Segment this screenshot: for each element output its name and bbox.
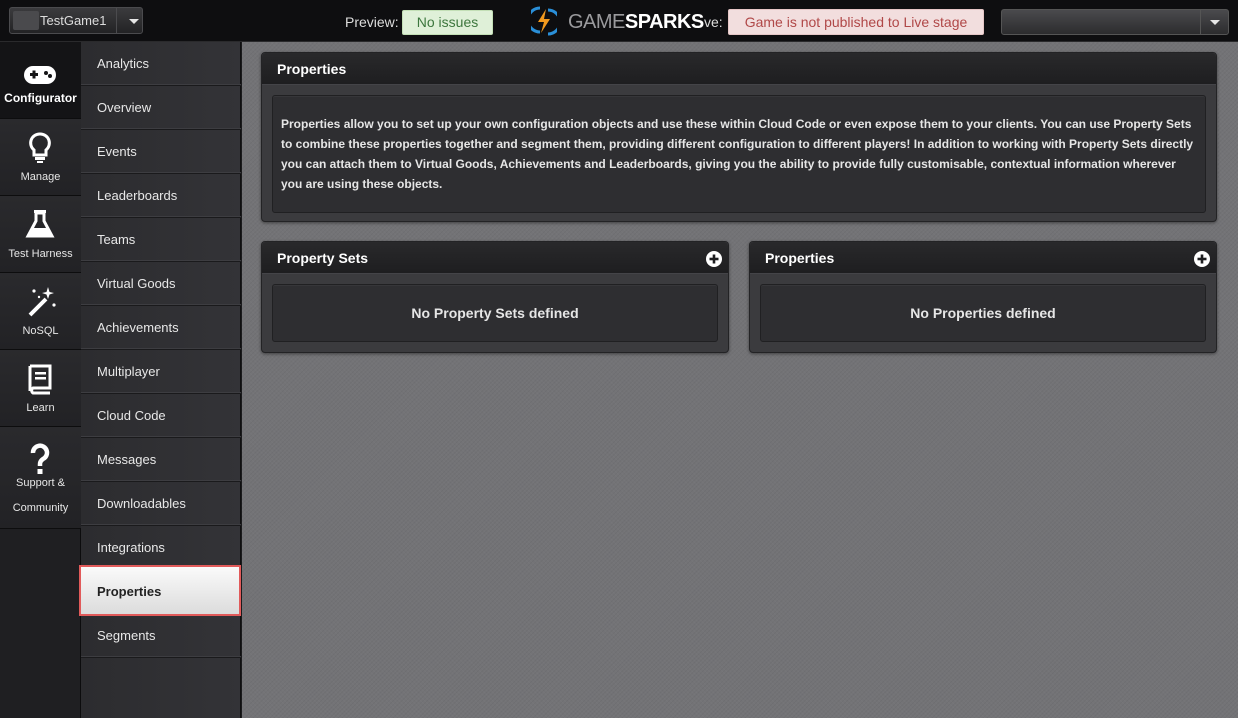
sidebar-item-support-community[interactable]: Support & Community [0, 427, 81, 529]
subnav-item-messages[interactable]: Messages [81, 438, 241, 482]
flask-icon [25, 210, 55, 238]
sidebar-item-label: NoSQL [22, 325, 59, 337]
properties-list-panel: Properties No Properties defined [749, 241, 1217, 353]
magic-wand-icon [28, 287, 56, 317]
subnav-item-segments[interactable]: Segments [81, 614, 241, 658]
subnav-item-integrations[interactable]: Integrations [81, 526, 241, 570]
plus-circle-icon[interactable] [706, 251, 722, 267]
panel-header: Properties [750, 242, 1216, 274]
preview-status-badge[interactable]: No issues [402, 10, 493, 35]
subnav-item-label: Cloud Code [97, 408, 166, 423]
live-label: ve: [704, 14, 723, 30]
description-box: Properties allow you to set up your own … [272, 95, 1206, 213]
subnav-item-label: Overview [97, 100, 152, 115]
empty-state-message: No Properties defined [910, 305, 1056, 321]
subnav-item-label: Messages [97, 452, 157, 467]
properties-empty-box: No Properties defined [760, 284, 1206, 342]
primary-sidebar: Configurator Manage Test Harness NoSQL L… [0, 42, 81, 718]
lightbulb-icon [29, 132, 51, 163]
property-sets-empty-box: No Property Sets defined [272, 284, 718, 342]
panel-header: Property Sets [262, 242, 728, 274]
game-selector[interactable]: TestGame1 [9, 7, 143, 34]
subnav-item-label: Properties [97, 584, 162, 599]
subnav-item-label: Events [97, 144, 137, 159]
subnav-item-label: Segments [97, 628, 156, 643]
subnav-item-events[interactable]: Events [81, 130, 241, 174]
sidebar-item-configurator[interactable]: Configurator [0, 42, 81, 119]
user-selector-divider [1200, 10, 1201, 34]
top-bar: TestGame1 Preview: No issues GAMESPARKS … [0, 0, 1238, 42]
gamesparks-logo-icon [531, 6, 557, 36]
gamesparks-logo: GAMESPARKS [568, 11, 704, 33]
chevron-down-icon[interactable] [1210, 20, 1220, 25]
subnav-item-label: Leaderboards [97, 188, 178, 203]
sidebar-item-learn[interactable]: Learn [0, 350, 81, 427]
subnav-item-label: Virtual Goods [97, 276, 176, 291]
book-icon [28, 364, 52, 395]
properties-info-panel: Properties Properties allow you to set u… [261, 52, 1217, 222]
live-status-badge[interactable]: Game is not published to Live stage [728, 9, 984, 35]
question-icon [30, 443, 50, 474]
sidebar-item-label: Test Harness [8, 248, 73, 260]
gamepad-icon [24, 66, 56, 84]
subnav-item-leaderboards[interactable]: Leaderboards [81, 174, 241, 218]
subnav-item-overview[interactable]: Overview [81, 86, 241, 130]
game-icon [13, 11, 39, 30]
subnav-item-achievements[interactable]: Achievements [81, 306, 241, 350]
game-name: TestGame1 [40, 13, 107, 28]
sidebar-item-manage[interactable]: Manage [0, 119, 81, 196]
subnav-item-multiplayer[interactable]: Multiplayer [81, 350, 241, 394]
game-selector-divider [116, 8, 117, 33]
sidebar-item-label: Support & [16, 477, 65, 489]
panel-title: Properties [277, 61, 347, 77]
property-sets-panel: Property Sets No Property Sets defined [261, 241, 729, 353]
subnav-item-teams[interactable]: Teams [81, 218, 241, 262]
subnav-item-label: Integrations [97, 540, 165, 555]
subnav-item-label: Analytics [97, 56, 150, 71]
preview-label: Preview: [345, 14, 399, 30]
sidebar-item-nosql[interactable]: NoSQL [0, 273, 81, 350]
subnav-item-label: Teams [97, 232, 136, 247]
plus-circle-icon[interactable] [1194, 251, 1210, 267]
subnav-item-properties[interactable]: Properties [79, 565, 241, 616]
panel-title: Properties [765, 250, 835, 266]
empty-state-message: No Property Sets defined [411, 305, 579, 321]
sidebar-item-label: Configurator [4, 91, 77, 105]
subnav-item-label: Achievements [97, 320, 179, 335]
sidebar-item-test-harness[interactable]: Test Harness [0, 196, 81, 273]
subnav-item-label: Multiplayer [97, 364, 160, 379]
sidebar-item-label: Community [12, 502, 69, 514]
subnav-item-downloadables[interactable]: Downloadables [81, 482, 241, 526]
panel-header: Properties [262, 53, 1216, 85]
main-content: Properties Properties allow you to set u… [242, 42, 1238, 718]
subnav-item-label: Downloadables [97, 496, 186, 511]
subnav-item-cloud-code[interactable]: Cloud Code [81, 394, 241, 438]
sidebar-item-label: Learn [26, 402, 55, 414]
subnav-item-analytics[interactable]: Analytics [81, 42, 241, 86]
panel-title: Property Sets [277, 250, 369, 266]
configurator-subnav: Analytics Overview Events Leaderboards T… [79, 42, 241, 718]
sidebar-item-label: Manage [20, 171, 61, 183]
chevron-down-icon[interactable] [129, 19, 139, 24]
user-account-selector[interactable] [1001, 9, 1229, 35]
subnav-item-virtual-goods[interactable]: Virtual Goods [81, 262, 241, 306]
properties-description: Properties allow you to set up your own … [281, 117, 1194, 191]
